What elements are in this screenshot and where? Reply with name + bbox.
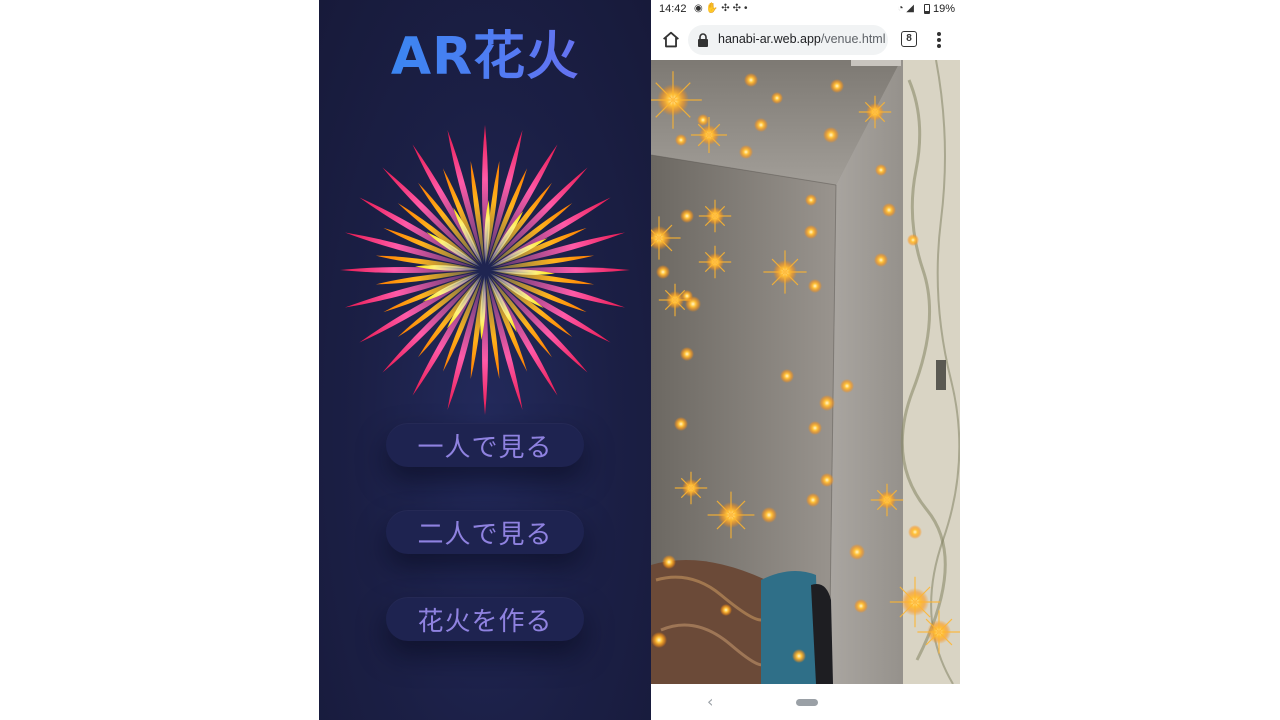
back-chevron-icon[interactable]: ‹ <box>707 692 713 711</box>
app-title: AR花火 <box>319 14 651 89</box>
ar-sparkle <box>907 234 919 246</box>
ar-sparkle <box>761 507 777 523</box>
ar-sparkle <box>680 347 694 361</box>
lock-icon <box>698 33 708 47</box>
battery-percent: 19% <box>932 3 955 15</box>
ar-sparkle <box>874 253 888 267</box>
ar-sparkle <box>680 209 694 223</box>
screen: AR花火 一人で見る 二人で見る 花火を作る 14:42 ◉✋✣✣• ◔ ◢ 1… <box>0 0 1280 720</box>
status-time: 14:42 <box>659 3 687 15</box>
ar-sparkle <box>808 421 822 435</box>
home-icon[interactable] <box>660 29 682 51</box>
url-text: hanabi-ar.web.app/venue.html <box>718 32 885 46</box>
ar-sparkle <box>875 164 887 176</box>
tab-switcher-button[interactable]: 8 <box>901 31 917 47</box>
phone-screen: 14:42 ◉✋✣✣• ◔ ◢ 19% hanabi-ar.web.app/ve… <box>651 0 960 720</box>
home-pill-icon[interactable] <box>796 699 818 706</box>
ar-sparkle <box>780 369 794 383</box>
watch-together-button[interactable]: 二人で見る <box>386 510 584 554</box>
ar-sparkle <box>804 225 818 239</box>
ar-sparkle <box>739 145 753 159</box>
room-scene <box>651 60 960 684</box>
url-path: /venue.html <box>820 32 886 46</box>
ar-sparkle <box>820 473 834 487</box>
ar-sparkle <box>675 134 687 146</box>
ar-sparkle <box>771 92 783 104</box>
signal-icon: ◢ <box>906 3 914 14</box>
ar-sparkle <box>806 493 820 507</box>
ar-sparkle <box>744 73 758 87</box>
watch-alone-button[interactable]: 一人で見る <box>386 423 584 467</box>
slack-icon: ✣ <box>732 3 744 14</box>
line-icon: ◉ <box>694 3 706 14</box>
ar-sparkle <box>674 417 688 431</box>
firework-burst-icon <box>340 125 630 415</box>
ar-sparkle <box>792 649 806 663</box>
dot-icon: • <box>743 3 751 14</box>
app-menu-panel: AR花火 一人で見る 二人で見る 花火を作る <box>319 0 651 720</box>
ar-sparkle <box>823 127 839 143</box>
system-icons: ◔ ◢ <box>897 3 914 14</box>
ar-sparkle <box>697 114 709 126</box>
ar-sparkle <box>819 395 835 411</box>
ar-sparkle <box>830 79 844 93</box>
url-host: hanabi-ar.web.app <box>718 32 821 46</box>
firework-petal <box>492 167 588 263</box>
ar-sparkle <box>908 525 922 539</box>
firework-petal <box>492 277 588 373</box>
ar-sparkle <box>808 279 822 293</box>
ar-sparkle <box>805 194 817 206</box>
status-bar: 14:42 ◉✋✣✣• ◔ ◢ 19% <box>651 0 960 20</box>
hand-icon: ✋ <box>705 3 722 14</box>
ar-sparkle <box>720 604 732 616</box>
ar-sparkle <box>662 555 676 569</box>
ar-sparkle <box>656 265 670 279</box>
wifi-icon: ◔ <box>897 3 904 14</box>
ar-camera-view[interactable] <box>651 60 960 684</box>
firework-petal <box>382 277 478 373</box>
url-bar[interactable]: hanabi-ar.web.app/venue.html <box>688 25 888 55</box>
browser-toolbar: hanabi-ar.web.app/venue.html 8 <box>651 20 960 60</box>
notification-icons: ◉✋✣✣• <box>694 3 750 14</box>
ar-sparkle <box>840 379 854 393</box>
ar-sparkle <box>685 296 701 312</box>
android-nav-bar: ‹ <box>651 684 960 720</box>
ar-sparkle <box>849 544 865 560</box>
ar-sparkle <box>651 632 667 648</box>
firework-petal <box>382 167 478 263</box>
create-firework-button[interactable]: 花火を作る <box>386 597 584 641</box>
more-vert-icon[interactable] <box>931 30 947 50</box>
battery-icon <box>924 4 930 14</box>
slack-icon: ✣ <box>721 3 733 14</box>
ar-sparkle <box>882 203 896 217</box>
ar-sparkle <box>754 118 768 132</box>
ar-sparkle <box>854 599 868 613</box>
